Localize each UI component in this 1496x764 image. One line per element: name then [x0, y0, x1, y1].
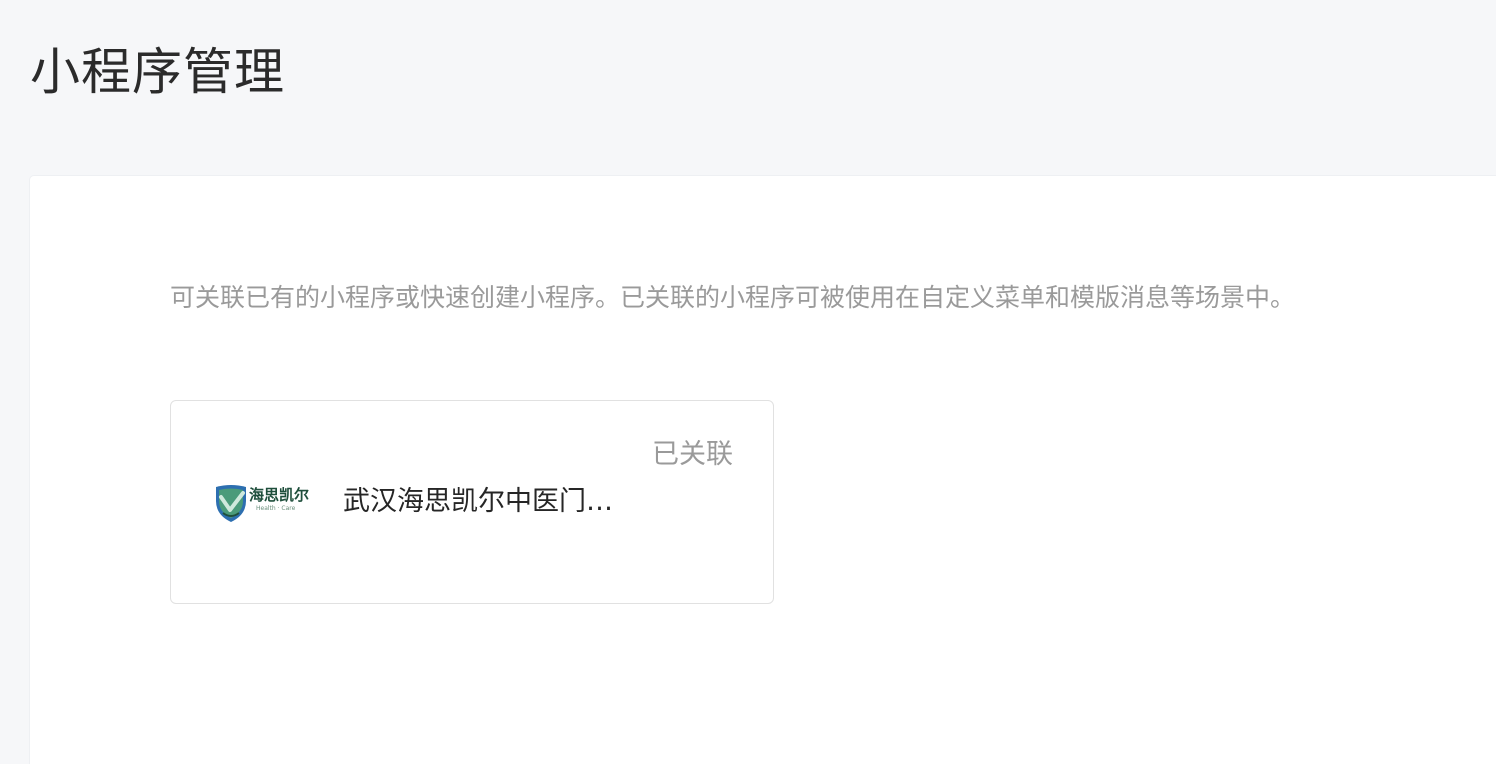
status-badge: 已关联 [652, 439, 733, 470]
logo-subtext: Health · Care [256, 505, 296, 512]
page-description: 可关联已有的小程序或快速创建小程序。已关联的小程序可被使用在自定义菜单和模版消息… [170, 283, 1296, 312]
mini-program-card[interactable]: 已关联 海思凯尔 Health · Care 武汉海思凯尔中医门诊部 [170, 400, 774, 604]
shield-logo-icon [216, 485, 246, 522]
page-title: 小程序管理 [30, 43, 285, 101]
content-panel: 可关联已有的小程序或快速创建小程序。已关联的小程序可被使用在自定义菜单和模版消息… [30, 176, 1496, 764]
mini-program-logo: 海思凯尔 Health · Care [213, 483, 309, 523]
logo-wordmark: 海思凯尔 [249, 486, 310, 504]
mini-program-name: 武汉海思凯尔中医门诊部 [343, 486, 633, 517]
